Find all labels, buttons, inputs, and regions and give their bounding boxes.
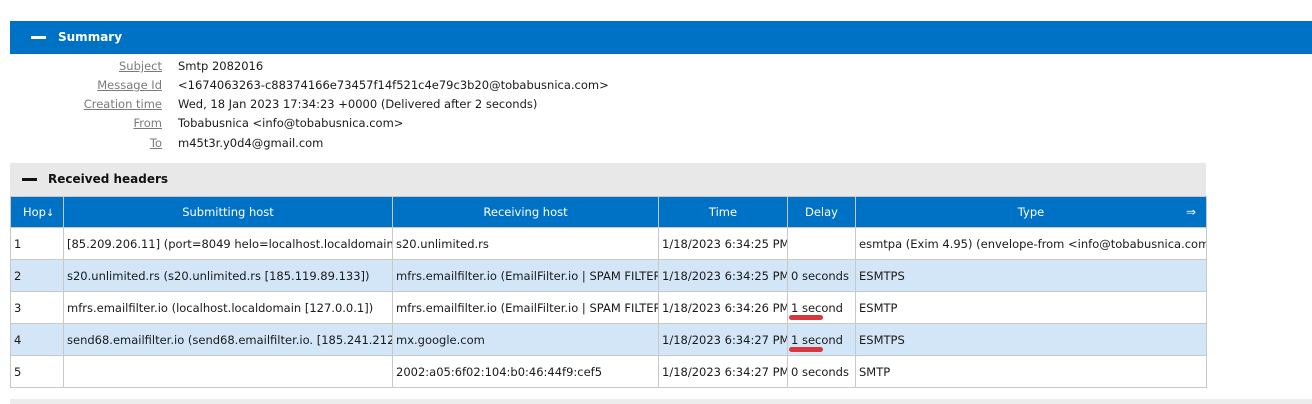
type-cell: ESMTP	[855, 291, 1207, 324]
collapse-minus-icon[interactable]	[31, 36, 46, 39]
time-cell: 1/18/2023 6:34:26 PM	[658, 291, 788, 324]
to-value: m45t3r.y0d4@gmail.com	[178, 136, 324, 150]
subject-label[interactable]: Subject	[12, 59, 162, 73]
sort-down-arrow-icon: ↓	[45, 208, 55, 219]
receiving-host-cell: mfrs.emailfilter.io (EmailFilter.io | SP…	[392, 259, 659, 292]
receiving-host-cell: mx.google.com	[392, 323, 659, 356]
from-value: Tobabusnica <info@tobabusnica.com>	[178, 116, 404, 130]
from-label[interactable]: From	[12, 116, 163, 130]
red-underline-annotation	[789, 315, 823, 320]
summary-row-message-id: Message Id <1674063263-c88374166e73457f1…	[0, 76, 1312, 95]
message-id-value: <1674063263-c88374166e73457f14f521c4e79c…	[178, 78, 609, 92]
summary-row-subject: Subject Smtp 2082016	[0, 57, 1312, 76]
type-cell: ESMTPS	[855, 323, 1207, 356]
type-cell: SMTP	[855, 355, 1207, 388]
column-header-hop[interactable]: Hop↓	[10, 196, 64, 228]
table-row: 4 send68.emailfilter.io (send68.emailfil…	[10, 323, 1207, 356]
summary-row-creation-time: Creation time Wed, 18 Jan 2023 17:34:23 …	[0, 95, 1312, 114]
delay-cell: 0 seconds	[787, 355, 856, 388]
table-row: 1 [85.209.206.11] (port=8049 helo=localh…	[10, 227, 1207, 260]
submitting-host-cell: mfrs.emailfilter.io (localhost.localdoma…	[63, 291, 393, 324]
column-header-time[interactable]: Time	[658, 196, 788, 228]
time-cell: 1/18/2023 6:34:27 PM	[658, 355, 788, 388]
submitting-host-cell	[63, 355, 393, 388]
delay-text: 1 second	[791, 332, 843, 347]
next-section-header-edge	[10, 399, 1312, 404]
hop-cell: 4	[10, 323, 64, 356]
type-cell: esmtpa (Exim 4.95) (envelope-from <info@…	[855, 227, 1207, 260]
subject-value: Smtp 2082016	[178, 59, 264, 73]
receiving-host-cell: mfrs.emailfilter.io (EmailFilter.io | SP…	[392, 291, 659, 324]
delay-cell: 1 second	[787, 291, 856, 324]
creation-time-label[interactable]: Creation time	[12, 97, 162, 111]
time-cell: 1/18/2023 6:34:25 PM	[658, 259, 788, 292]
to-label[interactable]: To	[12, 136, 162, 150]
column-header-receiving-host[interactable]: Receiving host	[392, 196, 659, 228]
delay-cell: 0 seconds	[787, 259, 856, 292]
type-cell: ESMTPS	[855, 259, 1207, 292]
receiving-host-cell: 2002:a05:6f02:104:b0:46:44f9:cef5	[392, 355, 659, 388]
collapse-minus-icon[interactable]	[22, 178, 37, 181]
creation-time-value: Wed, 18 Jan 2023 17:34:23 +0000 (Deliver…	[178, 97, 538, 111]
summary-row-to: To m45t3r.y0d4@gmail.com	[0, 134, 1312, 153]
hop-cell: 5	[10, 355, 64, 388]
red-underline-annotation	[789, 347, 823, 352]
table-row: 2 s20.unlimited.rs (s20.unlimited.rs [18…	[10, 259, 1207, 292]
received-headers-table: Hop↓ Submitting host Receiving host Time…	[10, 196, 1207, 388]
delay-text: 1 second	[791, 300, 843, 315]
summary-section-header[interactable]: Summary	[10, 21, 1312, 54]
time-cell: 1/18/2023 6:34:25 PM	[658, 227, 788, 260]
column-header-submitting-host[interactable]: Submitting host	[63, 196, 393, 228]
submitting-host-cell: [85.209.206.11] (port=8049 helo=localhos…	[63, 227, 393, 260]
table-row: 3 mfrs.emailfilter.io (localhost.localdo…	[10, 291, 1207, 324]
receiving-host-cell: s20.unlimited.rs	[392, 227, 659, 260]
hop-cell: 2	[10, 259, 64, 292]
time-cell: 1/18/2023 6:34:27 PM	[658, 323, 788, 356]
column-header-delay[interactable]: Delay	[787, 196, 856, 228]
hop-cell: 3	[10, 291, 64, 324]
column-header-type[interactable]: Type ⇒	[855, 196, 1207, 228]
received-headers-section-header[interactable]: Received headers	[10, 163, 1206, 196]
submitting-host-cell: s20.unlimited.rs (s20.unlimited.rs [185.…	[63, 259, 393, 292]
message-id-label[interactable]: Message Id	[12, 78, 162, 92]
hop-cell: 1	[10, 227, 64, 260]
double-arrow-right-icon[interactable]: ⇒	[1186, 205, 1196, 219]
table-row: 5 2002:a05:6f02:104:b0:46:44f9:cef5 1/18…	[10, 355, 1207, 388]
delay-cell	[787, 227, 856, 260]
received-headers-title: Received headers	[48, 172, 169, 186]
delay-cell: 1 second	[787, 323, 856, 356]
table-header-row: Hop↓ Submitting host Receiving host Time…	[10, 196, 1207, 228]
summary-row-from: From Tobabusnica <info@tobabusnica.com>	[0, 114, 1312, 133]
summary-title: Summary	[58, 30, 123, 44]
submitting-host-cell: send68.emailfilter.io (send68.emailfilte…	[63, 323, 393, 356]
